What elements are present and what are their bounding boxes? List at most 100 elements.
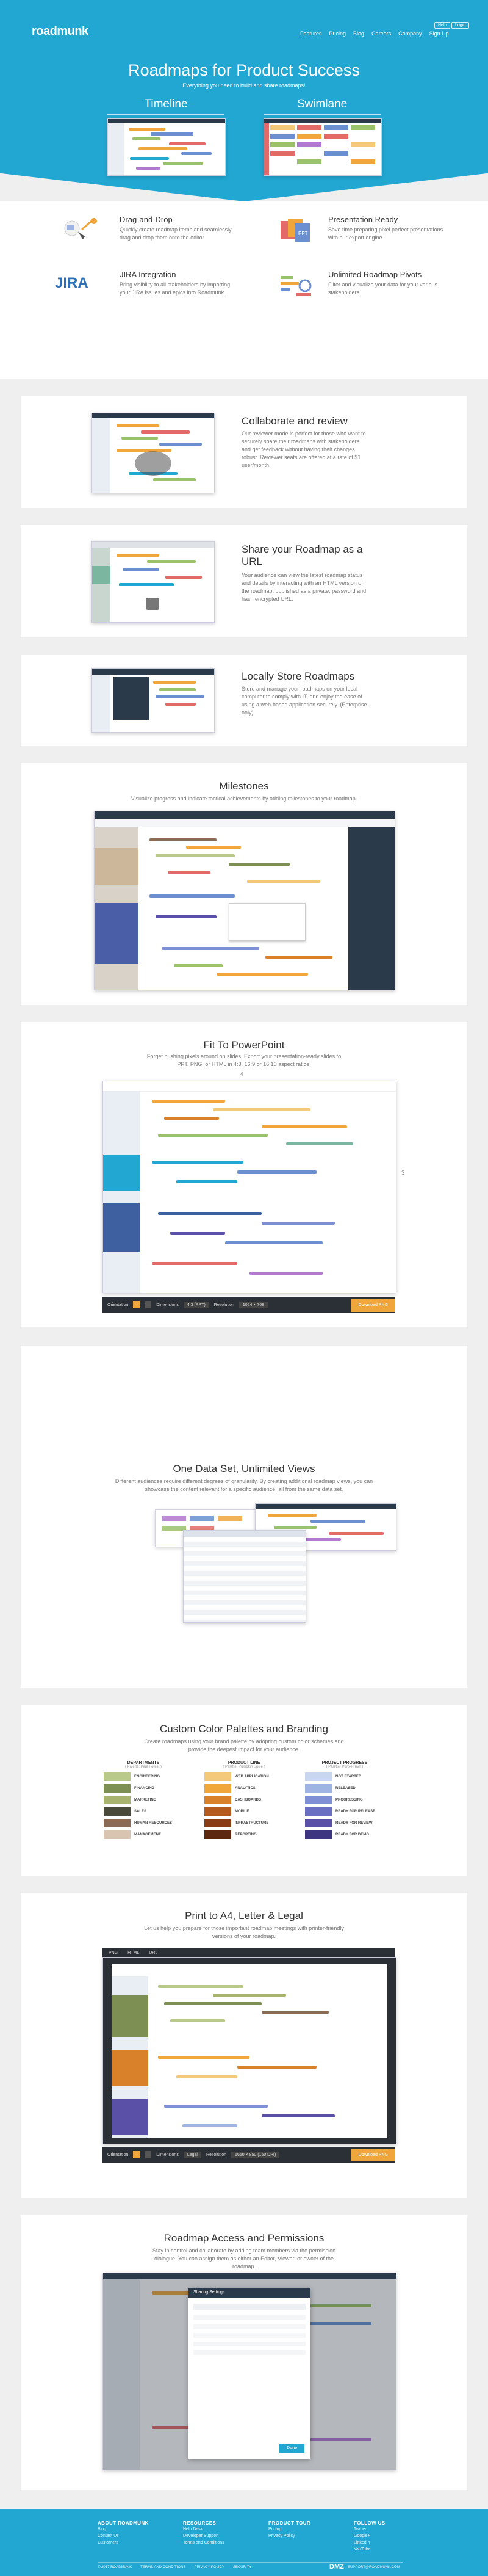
palette-row: FINANCING: [104, 1784, 183, 1793]
collaborate-title: Collaborate and review: [242, 415, 348, 427]
footer-privacy-link[interactable]: PRIVACY POLICY: [194, 2566, 224, 2569]
footer-link-blog[interactable]: Blog: [98, 2526, 177, 2533]
portrait-orientation-icon[interactable]: [145, 2151, 152, 2158]
footer-link-helpdesk[interactable]: Help Desk: [183, 2526, 262, 2533]
palette-row: READY FOR DEMO: [305, 1830, 384, 1839]
footer-link-twitter[interactable]: Twitter: [354, 2526, 415, 2533]
palette-swatch: [305, 1796, 332, 1804]
palette-swatch: [305, 1807, 332, 1816]
footer-link-terms[interactable]: Terms and Conditions: [183, 2539, 262, 2546]
print-resolution-select[interactable]: 1650 × 850 (150 DPI): [231, 2151, 280, 2158]
format-png-option[interactable]: PNG: [109, 1951, 118, 1955]
support-email-link[interactable]: SUPPORT@ROADMUNK.COM: [348, 2566, 400, 2569]
nav-blog[interactable]: Blog: [353, 31, 364, 38]
palette-subheader: ( Palette: Pine Forest ): [124, 1765, 162, 1769]
footer-link-google[interactable]: Google+: [354, 2533, 415, 2539]
palette-label: PROGRESSING: [336, 1798, 363, 1802]
footer-security-link[interactable]: SECURITY: [233, 2566, 251, 2569]
nav-features[interactable]: Features: [300, 31, 322, 38]
nav-company[interactable]: Company: [398, 31, 422, 38]
landscape-orientation-icon[interactable]: [133, 1301, 141, 1308]
footer-link-contact[interactable]: Contact Us: [98, 2533, 177, 2539]
palette-row: INFRASTRUCTURE: [204, 1819, 284, 1827]
collaborate-screenshot: [92, 413, 215, 493]
feature-desc-jira: Bring visibility to all stakeholders by …: [120, 281, 231, 296]
format-html-option[interactable]: HTML: [127, 1951, 139, 1955]
help-button[interactable]: Help: [434, 22, 451, 29]
palette-label: FINANCING: [134, 1787, 155, 1790]
palette-swatch: [305, 1772, 332, 1781]
palette-column-project-progress: PROJECT PROGRESS ( Palette: Purple Rain …: [305, 1761, 384, 1871]
footer-link-linkedin[interactable]: LinkedIn: [354, 2539, 415, 2546]
palette-subheader: ( Palette: Purple Rain ): [326, 1765, 364, 1769]
milestone-icon-picker: [229, 903, 306, 941]
tab-swimlane[interactable]: Swimlane: [261, 98, 383, 111]
palette-label: MARKETING: [134, 1798, 157, 1802]
palette-label: WEB APPLICATION: [235, 1775, 269, 1779]
palette-swatch: [305, 1784, 332, 1793]
main-nav: Features Pricing Blog Careers Company Si…: [300, 31, 449, 38]
print-dimension-label: Dimensions: [156, 2152, 179, 2157]
palette-swatch: [204, 1830, 231, 1839]
palette-label: RELEASED: [336, 1787, 356, 1790]
local-desc: Store and manage your roadmaps on your l…: [242, 686, 367, 716]
local-title: Locally Store Roadmaps: [242, 670, 355, 682]
print-export-toolbar: Orientation Dimensions Legal Resolution …: [102, 2147, 395, 2163]
tab-timeline-underline: [107, 114, 224, 115]
ppt-dimension-select[interactable]: 4:3 (PPT): [183, 1301, 209, 1308]
ppt-resolution-select[interactable]: 1024 × 768: [239, 1301, 268, 1308]
nav-careers[interactable]: Careers: [371, 31, 391, 38]
footer-terms-link[interactable]: TERMS AND CONDITIONS: [140, 2566, 185, 2569]
palette-header: PROJECT PROGRESS: [321, 1761, 368, 1765]
print-download-button[interactable]: Download PNG: [351, 2148, 395, 2161]
drag-drop-icon: [61, 215, 104, 245]
footer-link-youtube[interactable]: YouTube: [354, 2546, 415, 2553]
milestones-desc: Visualize progress and indicate tactical…: [131, 796, 357, 802]
share-desc: Your audience can view the latest roadma…: [242, 572, 367, 602]
palette-swatch: [204, 1772, 231, 1781]
palette-swatch: [104, 1819, 131, 1827]
views-desc: Different audiences require different de…: [115, 1478, 373, 1492]
palette-row: NOT STARTED: [305, 1772, 384, 1781]
login-button[interactable]: Login: [451, 22, 470, 29]
roadmunk-logo[interactable]: roadmunk: [32, 24, 88, 38]
powerpoint-title: Fit To PowerPoint: [203, 1039, 285, 1051]
sharing-done-button[interactable]: Done: [279, 2444, 304, 2453]
footer-link-pricing[interactable]: Pricing: [268, 2526, 348, 2533]
eye-icon: [135, 451, 171, 476]
nav-signup[interactable]: Sign Up: [429, 31, 449, 38]
palette-label: MOBILE: [235, 1810, 249, 1813]
print-screenshot: [102, 1957, 396, 2144]
feature-desc-dragdrop: Quickly create roadmap items and seamles…: [120, 227, 232, 241]
footer-col-title: FOLLOW US: [354, 2520, 386, 2526]
palette-row: SALES: [104, 1807, 183, 1816]
footer-col-about: ABOUT ROADMUNK Blog Contact Us Customers: [98, 2520, 177, 2546]
footer-col-title: PRODUCT TOUR: [268, 2520, 311, 2526]
ppt-download-button[interactable]: Download PNG: [351, 1298, 395, 1312]
invite-input[interactable]: [193, 2304, 306, 2310]
palette-label: READY FOR REVIEW: [336, 1821, 373, 1825]
landscape-orientation-icon[interactable]: [133, 2151, 141, 2158]
timeline-preview[interactable]: [107, 118, 226, 176]
palette-swatch: [104, 1796, 131, 1804]
print-dimension-select[interactable]: Legal: [183, 2151, 201, 2158]
format-url-option[interactable]: URL: [149, 1951, 157, 1955]
nav-pricing[interactable]: Pricing: [329, 31, 346, 38]
milestones-screenshot: [94, 811, 395, 990]
footer-link-developer[interactable]: Developer Support: [183, 2533, 262, 2539]
swimlane-preview[interactable]: [264, 118, 382, 176]
palette-label: READY FOR DEMO: [336, 1833, 369, 1837]
tab-timeline[interactable]: Timeline: [105, 98, 227, 111]
palette-row: RELEASED: [305, 1784, 384, 1793]
share-title: Share your Roadmap as a URL: [242, 543, 363, 567]
palette-row: MARKETING: [104, 1796, 183, 1804]
footer-link-privacy[interactable]: Privacy Policy: [268, 2533, 348, 2539]
portrait-orientation-icon[interactable]: [145, 1301, 152, 1308]
ppt-dimension-label: Dimensions: [156, 1302, 179, 1307]
collaborate-desc: Our reviewer mode is perfect for those w…: [242, 430, 366, 468]
footer-link-customers[interactable]: Customers: [98, 2539, 177, 2546]
palette-swatch: [305, 1830, 332, 1839]
palettes-desc: Create roadmaps using your brand palette…: [144, 1738, 344, 1752]
palette-row: ENGINEERING: [104, 1772, 183, 1781]
hero-title: Roadmaps for Product Success: [128, 61, 360, 79]
